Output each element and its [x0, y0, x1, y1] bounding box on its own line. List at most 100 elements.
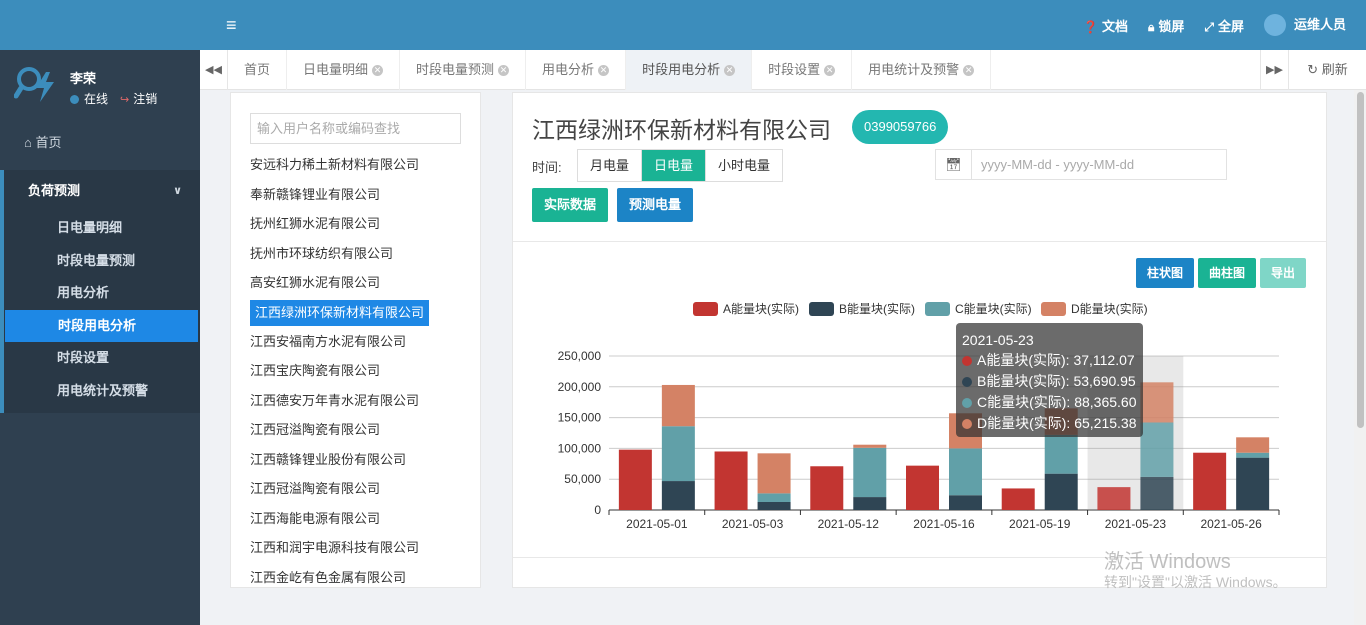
- y-tick-label: 200,000: [558, 380, 602, 394]
- company-list-item[interactable]: 抚州红狮水泥有限公司: [245, 209, 475, 239]
- sidebar-group-label: 负荷预测: [28, 183, 81, 198]
- bar-segment: [1236, 437, 1270, 453]
- close-icon[interactable]: ✕: [498, 65, 510, 77]
- sidebar-item-daily-detail[interactable]: 日电量明细: [4, 212, 200, 245]
- company-list-item[interactable]: 安远科力稀土新材料有限公司: [245, 150, 475, 180]
- company-list-item[interactable]: 江西安福南方水泥有限公司: [245, 327, 475, 357]
- company-list-item[interactable]: 江西海能电源有限公司: [245, 504, 475, 534]
- bar-segment: [949, 495, 982, 510]
- company-list-item[interactable]: 江西冠溢陶瓷有限公司: [245, 474, 475, 504]
- tab-label: 首页: [244, 62, 271, 77]
- legend-label: A能量块(实际): [723, 301, 799, 316]
- monthly-button[interactable]: 月电量: [578, 150, 643, 181]
- tab-home[interactable]: 首页: [228, 50, 288, 90]
- search-input[interactable]: [250, 113, 461, 144]
- tab-period-settings[interactable]: 时段设置 ✕: [752, 50, 853, 90]
- company-list-item[interactable]: 江西赣锋锂业股份有限公司: [245, 445, 475, 475]
- tab-label: 时段电量预测: [416, 62, 495, 77]
- tooltip-row: A能量块(实际): 37,112.07: [962, 350, 1137, 371]
- company-list-item[interactable]: 江西绿洲环保新材料有限公司: [250, 299, 429, 326]
- bar-segment: [1140, 422, 1174, 477]
- tab-daily-detail[interactable]: 日电量明细 ✕: [287, 50, 401, 90]
- sidebar: 李荣 在线 ↪ 注销 ⌂ 首页 负荷预测 ∨ 日电量明细 时段电量预测 用电分析 时…: [0, 0, 200, 625]
- bar-chart-button[interactable]: 柱状图: [1136, 258, 1195, 288]
- series-c-dot: [962, 398, 972, 409]
- company-list-item[interactable]: 江西宝庆陶瓷有限公司: [245, 356, 475, 386]
- bar-segment: [661, 426, 695, 482]
- refresh-label: 刷新: [1321, 62, 1348, 77]
- y-tick-label: 150,000: [558, 411, 602, 425]
- refresh-icon: ↻: [1307, 62, 1319, 77]
- close-icon[interactable]: ✕: [598, 65, 610, 77]
- refresh-button[interactable]: ↻ 刷新: [1288, 50, 1366, 90]
- logout-icon[interactable]: ↪: [120, 93, 129, 106]
- hourly-button[interactable]: 小时电量: [706, 150, 783, 181]
- tab-usage-stats-alerts[interactable]: 用电统计及预警 ✕: [852, 50, 992, 90]
- export-button[interactable]: 导出: [1260, 258, 1307, 288]
- tooltip-title: 2021-05-23: [962, 332, 1034, 348]
- bar-segment: [1140, 476, 1174, 510]
- tabs-scroll-left-icon[interactable]: ◀◀: [200, 50, 228, 90]
- predict-power-button[interactable]: 预测电量: [617, 188, 694, 222]
- tooltip-row: B能量块(实际): 53,690.95: [962, 371, 1137, 392]
- line-bar-chart-button[interactable]: 曲柱图: [1198, 258, 1257, 288]
- hamburger-icon[interactable]: ≡: [226, 16, 237, 34]
- company-list-item[interactable]: 抚州市环球纺织有限公司: [245, 239, 475, 269]
- company-list-item[interactable]: 江西德安万年青水泥有限公司: [245, 386, 475, 416]
- question-icon: ❓: [1082, 19, 1098, 34]
- docs-button[interactable]: ❓ 文档: [1083, 16, 1128, 35]
- daily-button[interactable]: 日电量: [642, 150, 707, 181]
- user-name: 李荣: [70, 71, 97, 86]
- bar-segment: [661, 481, 695, 510]
- bar-segment: [1236, 452, 1270, 458]
- close-icon[interactable]: ✕: [824, 65, 836, 77]
- legend-swatch: [925, 302, 950, 316]
- sidebar-item-period-usage-analysis[interactable]: 时段用电分析: [5, 309, 198, 342]
- tooltip-row: C能量块(实际): 88,365.60: [962, 392, 1137, 413]
- lock-label: 锁屏: [1158, 18, 1185, 34]
- tooltip-row: D能量块(实际): 65,215.38: [962, 413, 1137, 434]
- legend-label: D能量块(实际): [1071, 301, 1148, 316]
- date-range-input[interactable]: [973, 150, 1223, 179]
- sidebar-item-usage-stats-alerts[interactable]: 用电统计及预警: [4, 375, 200, 408]
- y-tick-label: 0: [594, 503, 601, 517]
- tab-usage-analysis[interactable]: 用电分析 ✕: [526, 50, 627, 90]
- lock-icon: 🔒︎: [1147, 19, 1155, 34]
- company-list-item[interactable]: 江西金屹有色金属有限公司: [245, 563, 475, 588]
- company-list-item[interactable]: 江西冠溢陶瓷有限公司: [245, 415, 475, 445]
- legend-label: C能量块(实际): [955, 301, 1032, 316]
- tab-label: 时段用电分析: [642, 62, 721, 77]
- page-scrollbar[interactable]: [1354, 90, 1366, 625]
- tab-label: 用电统计及预警: [868, 62, 960, 77]
- close-icon[interactable]: ✕: [724, 65, 736, 77]
- sidebar-group-head[interactable]: 负荷预测 ∨: [4, 170, 200, 212]
- x-tick-label: 2021-05-01: [626, 517, 688, 531]
- tab-label: 时段设置: [768, 62, 821, 77]
- x-tick-label: 2021-05-19: [1009, 517, 1071, 531]
- scrollbar-thumb[interactable]: [1357, 92, 1364, 428]
- calendar-icon[interactable]: 📅︎: [936, 150, 972, 179]
- tabs-scroll-right-icon[interactable]: ▶▶: [1260, 50, 1288, 90]
- tab-period-usage-analysis[interactable]: 时段用电分析 ✕: [626, 50, 753, 90]
- tab-period-forecast[interactable]: 时段电量预测 ✕: [400, 50, 527, 90]
- company-list-item[interactable]: 江西和润宇电源科技有限公司: [245, 533, 475, 563]
- company-list-item[interactable]: 奉新赣锋锂业有限公司: [245, 180, 475, 210]
- series-d-dot: [962, 419, 972, 430]
- company-list-item[interactable]: 高安红狮水泥有限公司: [245, 268, 475, 298]
- sidebar-item-usage-analysis[interactable]: 用电分析: [4, 277, 200, 310]
- lock-screen-button[interactable]: 🔒︎ 锁屏: [1148, 16, 1184, 35]
- user-menu-label: 运维人员: [1293, 16, 1346, 32]
- sidebar-item-home[interactable]: ⌂ 首页: [0, 124, 200, 162]
- stacked-bar-chart: A能量块(实际) B能量块(实际) C能量块(实际) D能量块(实际) 0 50,000 1…: [558, 301, 1280, 531]
- fullscreen-button[interactable]: ⤢ 全屏: [1204, 16, 1244, 35]
- user-menu[interactable]: 运维人员: [1263, 14, 1346, 37]
- logout-link[interactable]: 注销: [133, 92, 157, 106]
- sidebar-item-period-forecast[interactable]: 时段电量预测: [4, 245, 200, 278]
- bar-segment: [714, 451, 748, 510]
- actual-data-button[interactable]: 实际数据: [532, 188, 609, 222]
- sidebar-item-period-settings[interactable]: 时段设置: [4, 342, 200, 375]
- close-icon[interactable]: ✕: [372, 65, 384, 77]
- bar-segment: [853, 447, 887, 498]
- divider: [513, 241, 1326, 242]
- close-icon[interactable]: ✕: [963, 65, 975, 77]
